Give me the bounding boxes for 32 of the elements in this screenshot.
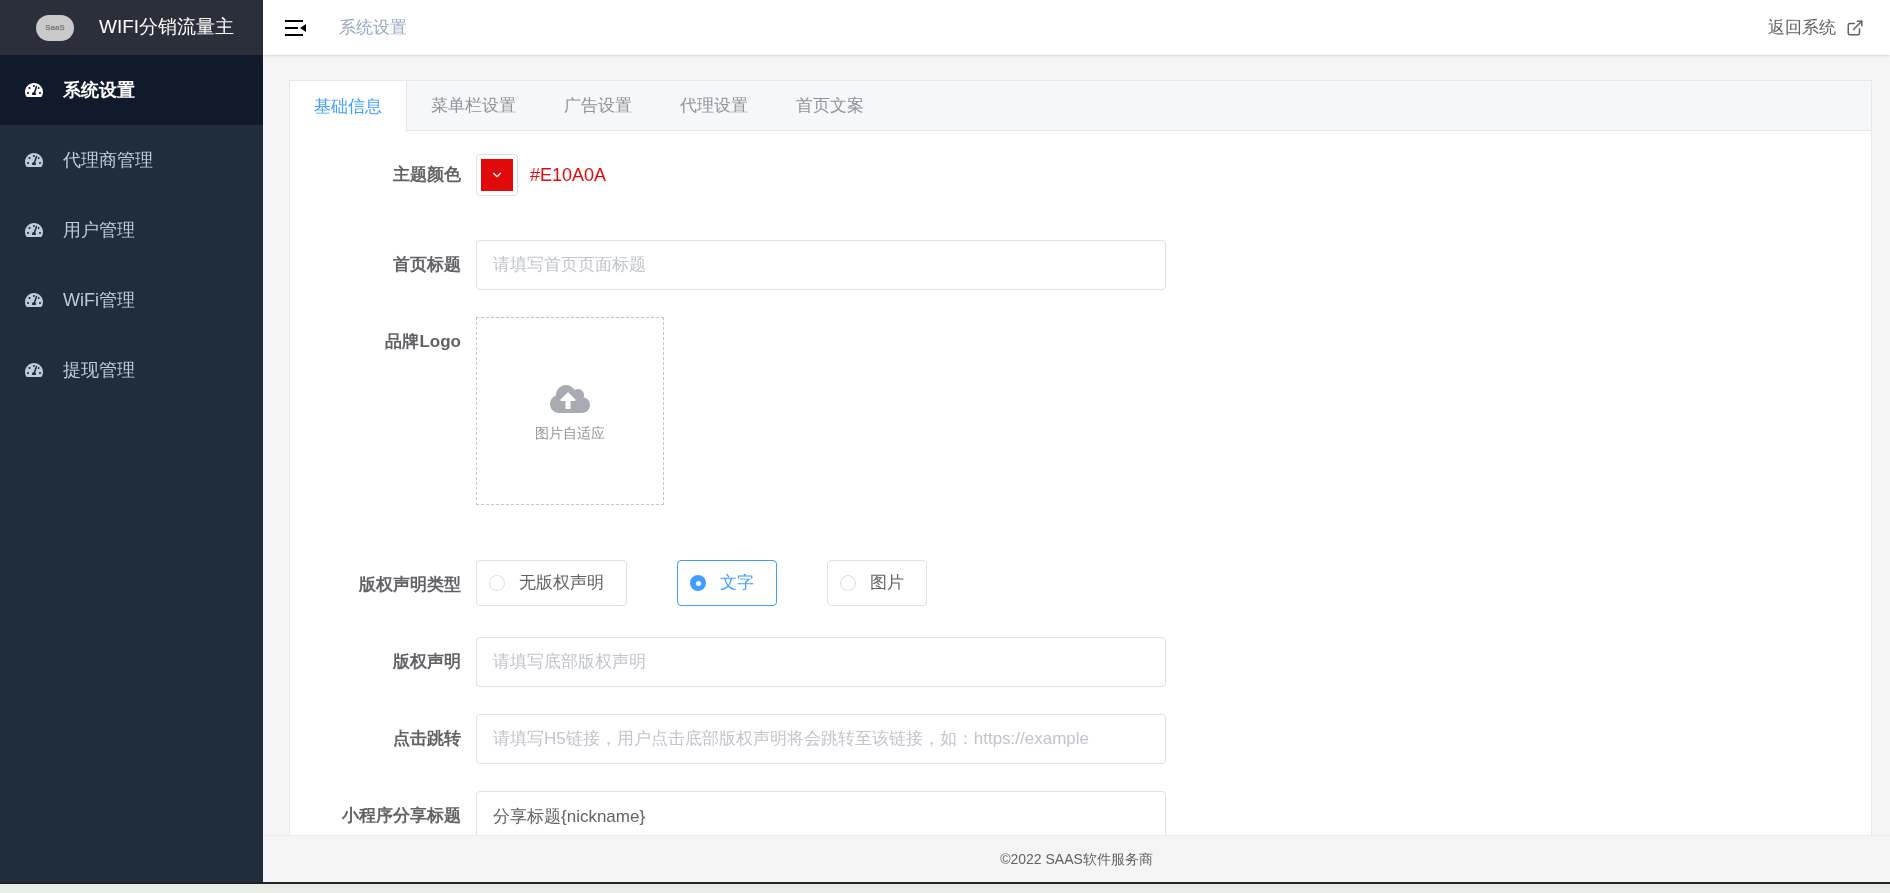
radio-icon	[690, 575, 706, 591]
field-label: 小程序分享标题	[341, 805, 462, 827]
gauge-icon	[25, 361, 43, 379]
copyright-text: ©2022 SAAS软件服务商	[1000, 849, 1153, 869]
gauge-icon	[25, 221, 43, 239]
input-field[interactable]: 请填写首页页面标题	[476, 240, 1166, 290]
menu-collapse-icon[interactable]	[285, 19, 307, 36]
sidebar-item[interactable]: 系统设置	[0, 55, 263, 125]
app-title: WIFI分销流量主	[99, 15, 235, 40]
field-label: 版权声明	[392, 651, 462, 673]
field-label: 品牌Logo	[384, 331, 462, 353]
gauge-icon	[25, 291, 43, 309]
sidebar-item[interactable]: 提现管理	[0, 335, 263, 405]
sidebar-item[interactable]: 用户管理	[0, 195, 263, 265]
gauge-icon	[25, 81, 43, 99]
input-field[interactable]: 请填写H5链接，用户点击底部版权声明将会跳转至该链接，如：https://example	[476, 714, 1166, 764]
return-link[interactable]: 返回系统	[1768, 14, 1864, 41]
field-label: 首页标题	[392, 254, 462, 276]
color-value: #E10A0A	[530, 163, 607, 187]
input-field[interactable]: 请填写底部版权声明	[476, 637, 1166, 687]
radio-option[interactable]: 图片	[827, 560, 927, 606]
radio-option[interactable]: 无版权声明	[476, 560, 627, 606]
gauge-icon	[25, 151, 43, 169]
external-link-icon	[1846, 18, 1864, 37]
sidebar-item[interactable]: 代理商管理	[0, 125, 263, 195]
field-label: 点击跳转	[392, 728, 462, 750]
input-field[interactable]: 分享标题{nickname}	[476, 791, 1166, 835]
cloud-logo: SaaS	[36, 14, 74, 41]
field-label: 版权声明类型	[358, 574, 462, 596]
breadcrumb: 系统设置	[339, 16, 407, 39]
sidebar-item[interactable]: WiFi管理	[0, 265, 263, 335]
field-label: 主题颜色	[392, 164, 462, 186]
